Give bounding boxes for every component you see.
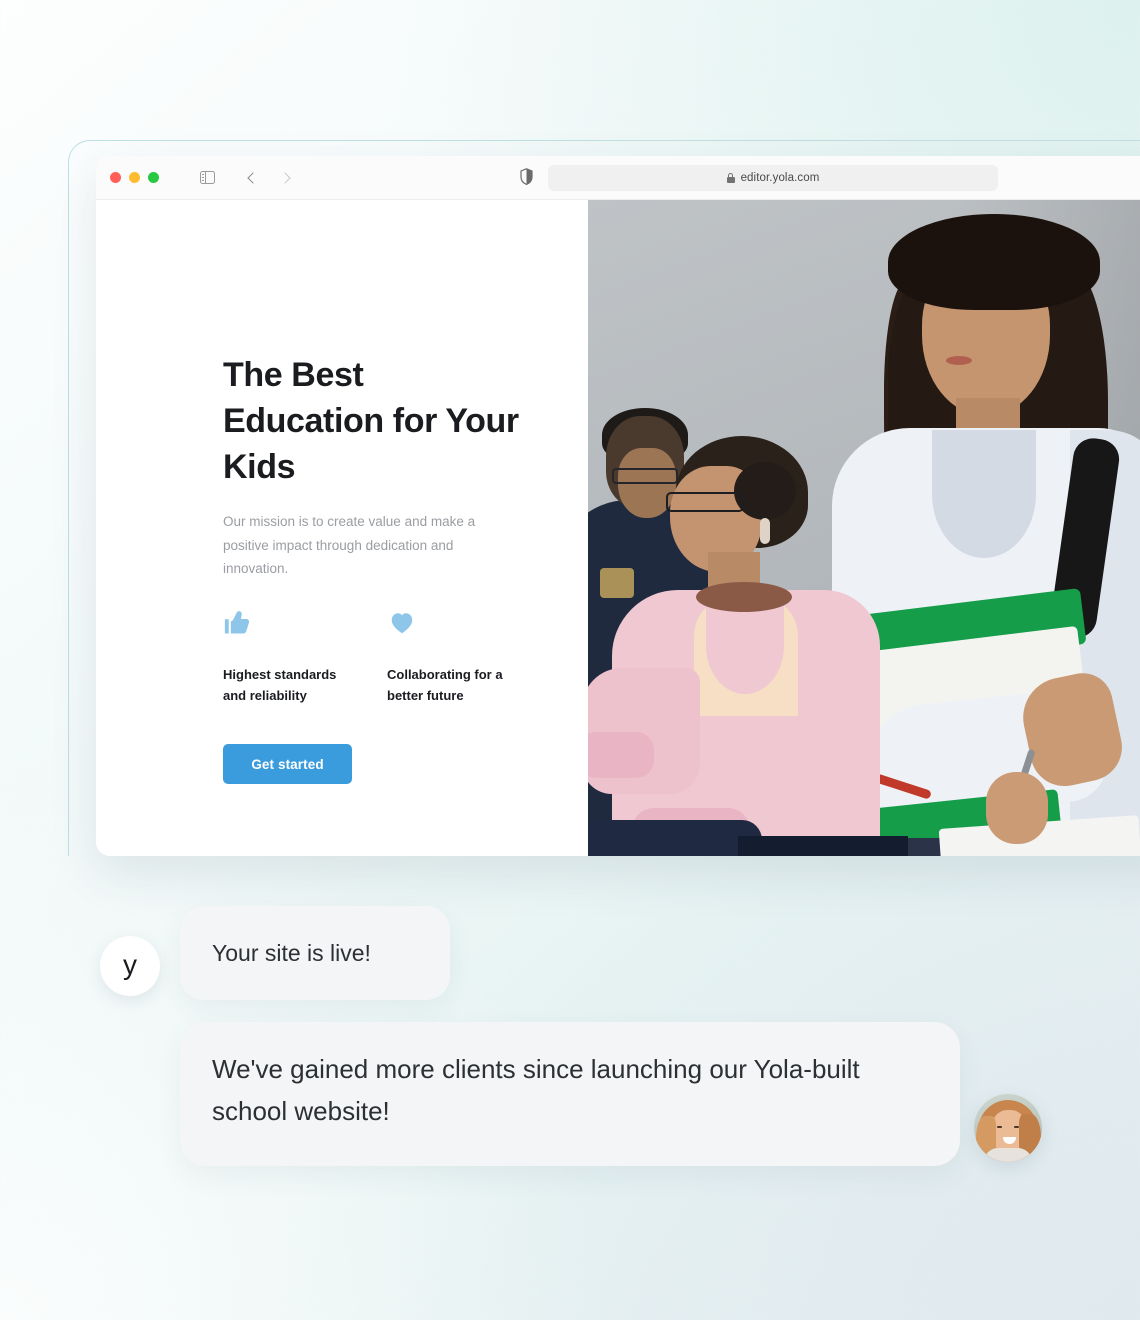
site-preview: The Best Education for Your Kids Our mis… [96,200,1140,856]
maximize-button[interactable] [148,172,159,183]
feature-item-collaborating: Collaborating for a better future [387,606,515,706]
minimize-button[interactable] [129,172,140,183]
close-button[interactable] [110,172,121,183]
window-controls[interactable] [110,172,159,183]
heart-icon [391,613,413,634]
address-bar[interactable]: editor.yola.com [548,165,998,191]
thumbs-up-icon [224,611,250,634]
page-title: The Best Education for Your Kids [223,356,519,486]
hero-text-column: The Best Education for Your Kids Our mis… [96,200,588,856]
lock-icon [726,173,735,183]
yola-logo-letter: y [123,949,137,980]
chat-message-user: We've gained more clients since launchin… [180,1022,960,1166]
classroom-photo [588,200,1140,856]
chat-message-yola: Your site is live! [180,906,450,1000]
feature-item-standards: Highest standards and reliability [223,606,351,706]
get-started-button[interactable]: Get started [223,744,352,784]
feature-label: Collaborating for a better future [387,667,503,703]
back-button[interactable] [237,165,269,191]
navigation-controls [191,165,301,191]
feature-label: Highest standards and reliability [223,667,337,703]
browser-toolbar: editor.yola.com [96,156,1140,200]
url-text: editor.yola.com [740,172,820,184]
hero-image [588,200,1140,856]
privacy-shield-icon[interactable] [520,168,533,185]
hero-paragraph: Our mission is to create value and make … [223,514,476,576]
user-avatar [974,1094,1042,1162]
forward-chevron-icon [279,171,291,184]
browser-window: editor.yola.com The Best Education for Y… [96,156,1140,856]
yola-brand-avatar: y [100,936,160,996]
feature-list: Highest standards and reliability Collab… [223,606,515,706]
forward-button[interactable] [269,165,301,191]
sidebar-toggle-button[interactable] [191,165,223,191]
sidebar-toggle-icon [199,170,215,185]
back-chevron-icon [247,171,259,184]
